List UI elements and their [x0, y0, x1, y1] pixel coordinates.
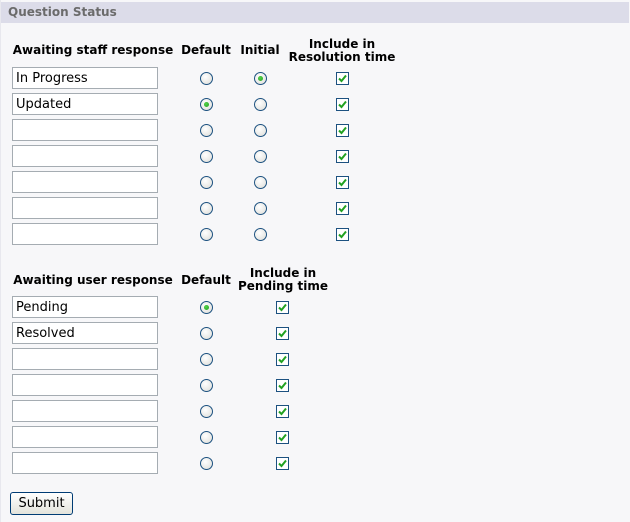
staff_table-include-checkbox[interactable]: [336, 176, 349, 189]
user_table-include-checkbox[interactable]: [276, 405, 289, 418]
staff_table-initial-radio[interactable]: [254, 98, 267, 111]
user-col-default-header: Default: [181, 273, 231, 287]
staff_table-default-radio[interactable]: [200, 150, 213, 163]
staff_table-include-checkbox[interactable]: [336, 72, 349, 85]
user-col-name-header: Awaiting user response: [13, 273, 173, 287]
user_table-name-input[interactable]: [12, 374, 158, 396]
staff_table-initial-radio[interactable]: [254, 228, 267, 241]
user_table-include-checkbox[interactable]: [276, 327, 289, 340]
staff_table-name-input[interactable]: [12, 67, 158, 89]
user_table-name-input[interactable]: [12, 296, 158, 318]
user_table-default-radio[interactable]: [200, 457, 213, 470]
user_table-default-radio[interactable]: [200, 353, 213, 366]
staff-col-initial-header: Initial: [240, 43, 280, 57]
staff_table-default-radio[interactable]: [200, 98, 213, 111]
staff_table-name-input[interactable]: [12, 171, 158, 193]
staff_table-include-checkbox[interactable]: [336, 228, 349, 241]
user-col-include-header: Include in Pending time: [238, 266, 328, 293]
user_table-name-input[interactable]: [12, 400, 158, 422]
question-status-panel: Question Status Awaiting staff response …: [0, 0, 630, 522]
staff_table-default-radio[interactable]: [200, 176, 213, 189]
user_table-default-radio[interactable]: [200, 405, 213, 418]
user_table-include-checkbox[interactable]: [276, 301, 289, 314]
staff_table-include-checkbox[interactable]: [336, 124, 349, 137]
staff-col-default-header: Default: [181, 43, 231, 57]
staff_table-default-radio[interactable]: [200, 228, 213, 241]
staff_table-initial-radio[interactable]: [254, 72, 267, 85]
staff-col-include-header: Include in Resolution time: [288, 37, 396, 64]
user_table-include-checkbox[interactable]: [276, 457, 289, 470]
staff_table-name-input[interactable]: [12, 119, 158, 141]
user_table-name-input[interactable]: [12, 426, 158, 448]
user_table-include-checkbox[interactable]: [276, 379, 289, 392]
user_table-include-checkbox[interactable]: [276, 431, 289, 444]
staff_table-initial-radio[interactable]: [254, 150, 267, 163]
user_table-default-radio[interactable]: [200, 327, 213, 340]
user_table-default-radio[interactable]: [200, 431, 213, 444]
staff_table-include-checkbox[interactable]: [336, 202, 349, 215]
staff_table-default-radio[interactable]: [200, 202, 213, 215]
staff_table-initial-radio[interactable]: [254, 124, 267, 137]
user_table-name-input[interactable]: [12, 348, 158, 370]
section-title: Question Status: [1, 2, 629, 23]
user_table-include-checkbox[interactable]: [276, 353, 289, 366]
staff_table-name-input[interactable]: [12, 223, 158, 245]
staff_table-default-radio[interactable]: [200, 72, 213, 85]
staff_table-default-radio[interactable]: [200, 124, 213, 137]
staff_table-include-checkbox[interactable]: [336, 98, 349, 111]
staff_table-name-input[interactable]: [12, 93, 158, 115]
staff-col-name-header: Awaiting staff response: [12, 43, 174, 57]
staff_table-initial-radio[interactable]: [254, 176, 267, 189]
user_table-default-radio[interactable]: [200, 379, 213, 392]
staff_table-initial-radio[interactable]: [254, 202, 267, 215]
staff_table-name-input[interactable]: [12, 145, 158, 167]
user_table-default-radio[interactable]: [200, 301, 213, 314]
staff_table-name-input[interactable]: [12, 197, 158, 219]
staff_table-include-checkbox[interactable]: [336, 150, 349, 163]
user_table-name-input[interactable]: [12, 322, 158, 344]
user_table-name-input[interactable]: [12, 452, 158, 474]
submit-button[interactable]: Submit: [10, 492, 73, 515]
